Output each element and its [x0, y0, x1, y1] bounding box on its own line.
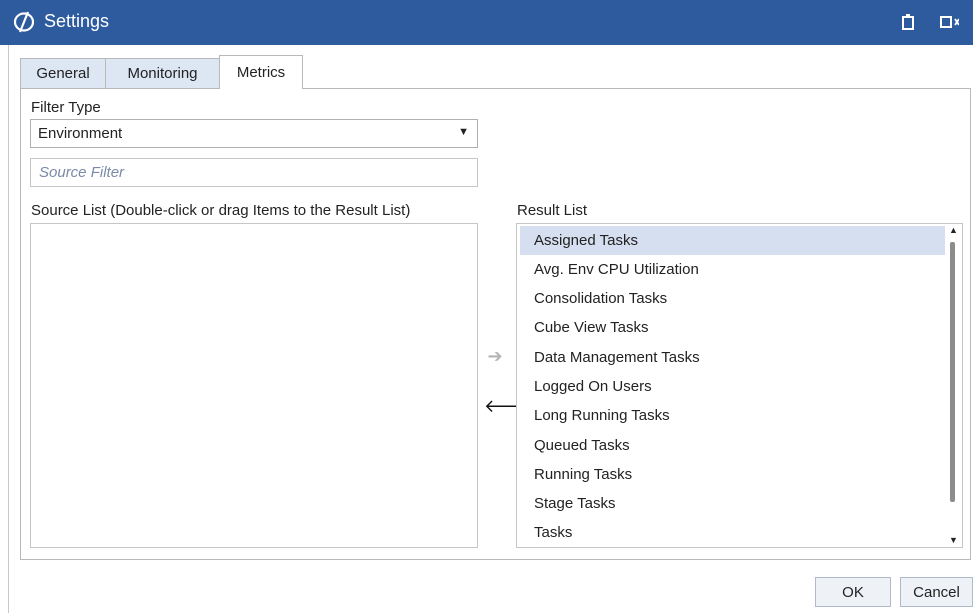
result-list-item[interactable]: Consolidation Tasks [520, 284, 945, 313]
result-list[interactable]: Assigned Tasks Avg. Env CPU Utilization … [516, 223, 963, 548]
result-list-scrollbar[interactable]: ▲ ▼ [946, 224, 962, 547]
title-bar: Settings [0, 0, 973, 45]
result-list-item[interactable]: Long Running Tasks [520, 401, 945, 430]
source-filter-input[interactable]: Source Filter [30, 158, 478, 187]
filter-type-select[interactable]: Environment ▼ [30, 119, 478, 148]
remove-from-result-arrow-icon[interactable]: 🡐 [484, 396, 532, 416]
result-list-item[interactable]: Assigned Tasks [520, 226, 945, 255]
tab-metrics[interactable]: Metrics [219, 55, 303, 89]
result-list-item[interactable]: Tasks [520, 518, 945, 547]
filter-type-label: Filter Type [31, 99, 101, 116]
result-list-item[interactable]: Running Tasks [520, 460, 945, 489]
maximize-icon[interactable] [939, 12, 959, 32]
dropdown-arrow-icon: ▼ [458, 126, 469, 138]
result-list-label: Result List [517, 202, 588, 219]
source-list-label: Source List (Double-click or drag Items … [31, 202, 411, 219]
source-filter-placeholder: Source Filter [39, 164, 125, 181]
filter-type-value: Environment [38, 125, 123, 142]
result-list-item[interactable]: Stage Tasks [520, 489, 945, 518]
cancel-button[interactable]: Cancel [900, 577, 973, 607]
add-to-result-arrow-icon[interactable]: ➔ [484, 346, 506, 366]
scroll-up-icon[interactable]: ▲ [949, 225, 958, 235]
tab-general[interactable]: General [20, 58, 106, 88]
window-title: Settings [44, 11, 110, 31]
result-list-item[interactable]: Logged On Users [520, 372, 945, 401]
result-list-item[interactable]: Avg. Env CPU Utilization [520, 255, 945, 284]
result-list-item[interactable]: Queued Tasks [520, 431, 945, 460]
result-list-item[interactable]: Cube View Tasks [520, 313, 945, 342]
restore-icon[interactable] [900, 12, 916, 32]
scroll-down-icon[interactable]: ▼ [949, 535, 958, 545]
app-logo-icon [13, 11, 35, 33]
source-list[interactable] [30, 223, 478, 548]
result-list-item[interactable]: Data Management Tasks [520, 343, 945, 372]
tab-monitoring[interactable]: Monitoring [105, 58, 220, 88]
scroll-thumb[interactable] [950, 242, 955, 502]
ok-button[interactable]: OK [815, 577, 891, 607]
